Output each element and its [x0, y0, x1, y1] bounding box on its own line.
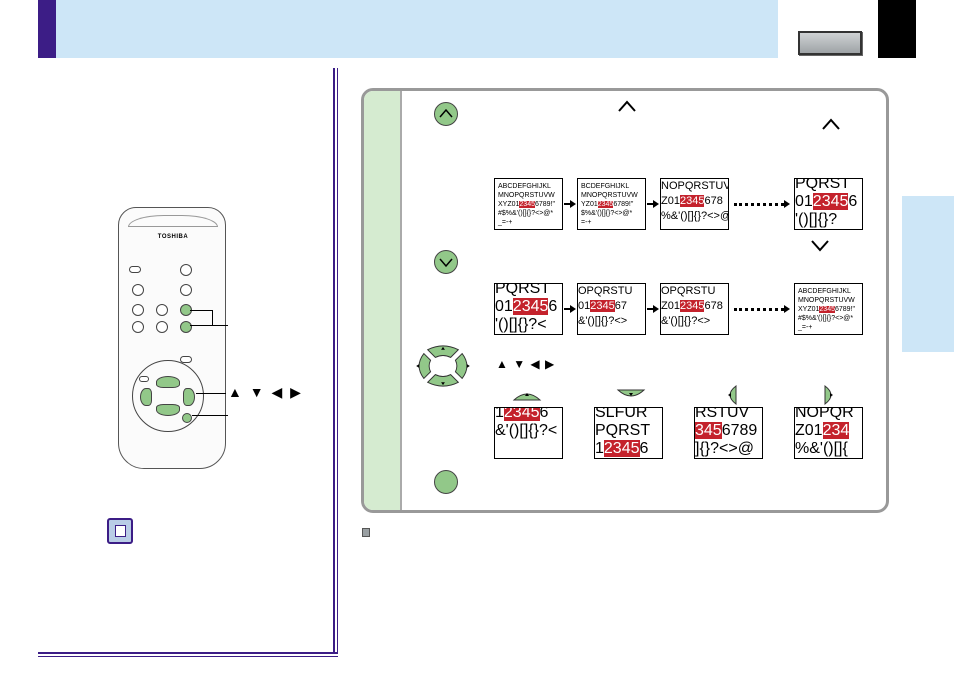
remote-dpad-up — [156, 376, 180, 388]
note-icon — [107, 518, 133, 544]
frame-text: SLFUR PQRST 123456 — [595, 407, 651, 457]
remote-button — [132, 284, 144, 296]
zoom-frame: PQRST 0123456 '()[]{}? — [794, 178, 863, 230]
column-divider — [333, 68, 335, 653]
dpad-left-icon — [728, 384, 737, 406]
zoom-frame: OPQRSTU Z012345678 &'()[]{}?<> — [660, 283, 729, 335]
zoom-frame: ABCDEFGHIJKL MNOPQRSTUVW XYZ0123456789!"… — [794, 283, 863, 335]
remote-down-button — [180, 321, 192, 333]
chapter-side-tab[interactable] — [902, 196, 954, 352]
arrow-keys-label: ▲ ▼ ◀ ▶ — [228, 384, 303, 400]
zoom-frame: ABCDEFGHIJKL MNOPQRSTUVW XYZ0123456789!"… — [494, 178, 563, 230]
flow-arrow — [653, 305, 659, 313]
flow-dots — [734, 203, 784, 206]
zoom-frame: PQRST 0123456 '()[]{}?< — [494, 283, 563, 335]
remote-control-illustration: TOSHIBA — [118, 207, 226, 469]
dpad-right-icon — [824, 384, 833, 406]
flow-arrow — [570, 200, 576, 208]
header-black-tab — [878, 0, 916, 58]
down-caret-icon — [810, 239, 830, 258]
remote-button — [129, 266, 141, 273]
scroll-frame: 123456 &'()[]{}?< — [494, 407, 563, 459]
up-caret-icon — [617, 99, 637, 118]
dpad-icon — [416, 345, 470, 387]
remote-button — [156, 321, 168, 333]
remote-button — [139, 376, 149, 382]
flow-arrow — [784, 305, 790, 313]
zoom-frame: BCDEFGHIJKL MNOPQRSTUVW YZ0123456789!" $… — [577, 178, 646, 230]
column-divider-thin — [337, 68, 338, 653]
procedure-panel: ABCDEFGHIJKL MNOPQRSTUVW XYZ0123456789!"… — [361, 88, 889, 513]
panel-arrow-keys-label: ▲ ▼ ◀ ▶ — [496, 357, 556, 371]
contents-button[interactable] — [798, 31, 862, 55]
remote-button — [180, 284, 192, 296]
remote-button — [132, 321, 144, 333]
remote-button — [132, 304, 144, 316]
down-button-icon — [434, 250, 458, 274]
scroll-frame: RSTUV 3456789 ]{}?<>@ — [694, 407, 763, 459]
callout-line — [190, 325, 212, 326]
callout-line — [190, 310, 212, 311]
frame-text: OPQRSTU Z012345678 &'()[]{}?<> — [661, 285, 723, 327]
scroll-frame: NOPQR Z01234 %&'()[]{ — [794, 407, 863, 459]
remote-dpad-right — [183, 388, 195, 406]
flow-arrow — [653, 200, 659, 208]
frame-text: BCDEFGHIJKL MNOPQRSTUVW YZ0123456789!" $… — [581, 183, 638, 226]
frame-text: PQRST 0123456 '()[]{}? — [795, 178, 858, 228]
flow-dots — [734, 308, 784, 311]
remote-brand: TOSHIBA — [157, 234, 189, 240]
note-bullet-icon — [362, 528, 370, 537]
zoom-frame: OPQRSTU 01234567 &'()[]{}?<> — [577, 283, 646, 335]
callout-line — [196, 393, 226, 394]
callout-line — [192, 415, 228, 416]
remote-dpad-down — [156, 404, 180, 416]
header-accent-bar — [38, 0, 56, 58]
frame-text: ABCDEFGHIJKL MNOPQRSTUVW XYZ0123456789!"… — [498, 183, 555, 226]
frame-text: OPQRSTU 01234567 &'()[]{}?<> — [578, 285, 633, 327]
remote-dpad-left — [140, 388, 152, 406]
header-title-band — [56, 0, 778, 58]
bottom-rule — [38, 652, 338, 654]
remote-button — [180, 264, 192, 276]
step-strip — [364, 91, 402, 510]
callout-line — [212, 325, 228, 326]
zoom-frame: NOPQRSTUVW Z012345678 %&'()[]{}?<>@ — [660, 178, 729, 230]
dpad-down-icon — [616, 389, 646, 397]
callout-line — [212, 310, 213, 326]
up-caret-icon — [821, 117, 841, 136]
remote-ir-window — [128, 215, 218, 227]
scroll-frame: SLFUR PQRST 123456 — [594, 407, 663, 459]
remote-button — [156, 304, 168, 316]
bottom-rule-thin — [38, 656, 338, 657]
frame-text: RSTUV 3456789 ]{}?<>@ — [695, 407, 758, 457]
remote-enter-button — [182, 413, 192, 423]
frame-text: NOPQRSTUVW Z012345678 %&'()[]{}?<>@ — [661, 180, 729, 222]
enter-button-icon — [434, 470, 458, 494]
dpad-up-icon — [512, 393, 542, 401]
up-button-icon — [434, 102, 458, 126]
frame-text: PQRST 0123456 '()[]{}?< — [495, 283, 558, 333]
flow-arrow — [570, 305, 576, 313]
frame-text: 123456 &'()[]{}?< — [495, 408, 557, 440]
frame-text: NOPQR Z01234 %&'()[]{ — [795, 407, 854, 457]
frame-text: ABCDEFGHIJKL MNOPQRSTUVW XYZ0123456789!"… — [798, 288, 855, 331]
flow-arrow — [784, 200, 790, 208]
